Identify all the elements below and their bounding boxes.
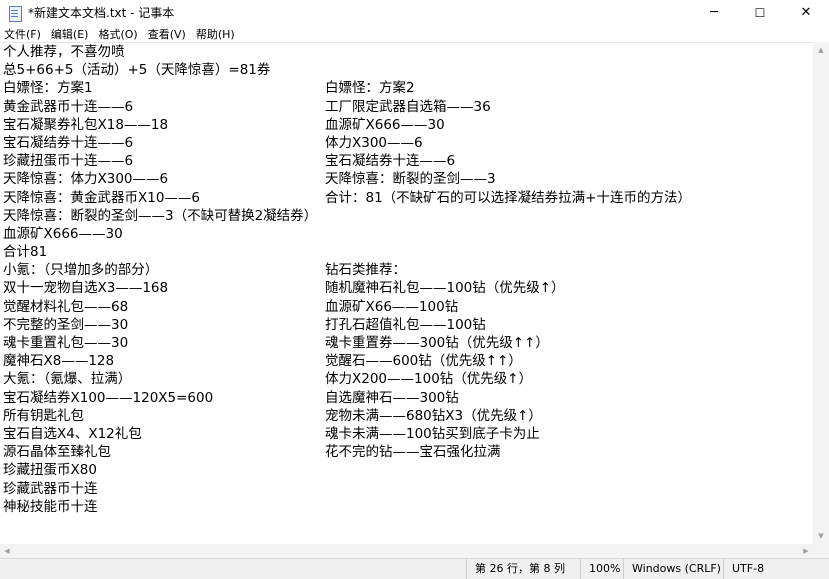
menu-view[interactable]: 查看(V) (143, 26, 191, 42)
text-line: 魂卡未满——100钻买到底子卡为止 (325, 425, 540, 442)
title-bar[interactable]: *新建文本文档.txt - 记事本 ─ ☐ ✕ (0, 0, 829, 25)
text-line: 血源矿X666——30 (3, 225, 123, 242)
status-bar: 第 26 行，第 8 列 100% Windows (CRLF) UTF-8 (0, 558, 829, 579)
notepad-icon (8, 5, 22, 22)
text-line: 黄金武器币十连——6 (3, 98, 134, 115)
text-line: 宝石凝结券十连——6 (3, 134, 134, 151)
text-line: 小氪：（只增加多的部分） (3, 262, 159, 279)
minimize-button[interactable]: ─ (691, 0, 737, 25)
text-line: 宝石凝聚券礼包X18——18 (3, 116, 169, 133)
scroll-up-icon[interactable]: ▲ (813, 42, 829, 58)
maximize-button[interactable]: ☐ (737, 0, 783, 25)
text-column-left: 个人推荐，不喜勿喷 总5+66+5（活动）+5（天降惊喜）=81券 白嫖怪：方案… (3, 43, 317, 516)
text-line: 天降惊喜：体力X300——6 (3, 171, 169, 188)
text-line: 觉醒石——600钻（优先级↑↑） (325, 353, 522, 370)
text-line: 双十一宠物自选X3——168 (3, 280, 169, 297)
text-line: 打孔石超值礼包——100钻 (325, 316, 486, 333)
horizontal-scrollbar[interactable]: ◀ ▶ (0, 544, 813, 558)
text-line: 花不完的钻——宝石强化拉满 (325, 444, 501, 461)
text-line: 宝石自选X4、X12礼包 (3, 425, 142, 442)
text-line (325, 207, 691, 225)
text-line: 神秘技能币十连 (3, 498, 98, 515)
text-line: 天降惊喜：断裂的圣剑——3 (325, 171, 496, 188)
text-line: 个人推荐，不喜勿喷 (3, 44, 125, 60)
encoding: UTF-8 (723, 559, 764, 579)
text-line: 魂卡重置券——300钻（优先级↑↑） (325, 335, 549, 351)
scroll-down-icon[interactable]: ▼ (813, 528, 829, 544)
text-line: 源石晶体至臻礼包 (3, 444, 111, 461)
close-button[interactable]: ✕ (783, 0, 829, 25)
text-line: 大氪：（氪爆、拉满） (3, 371, 132, 388)
text-line: 血源矿X666——30 (325, 116, 445, 133)
text-line: 珍藏扭蛋币十连——6 (3, 153, 134, 170)
text-line: 宝石凝结券X100——120X5=600 (3, 389, 214, 406)
text-line: 总5+66+5（活动）+5（天降惊喜）=81券 (3, 62, 271, 79)
text-line (325, 243, 691, 261)
text-line: 魔神石X8——128 (3, 353, 115, 370)
text-line (325, 61, 691, 79)
text-line: 白嫖怪：方案1 (3, 80, 93, 97)
text-line: 钻石类推荐： (325, 262, 406, 279)
menu-edit[interactable]: 编辑(E) (46, 26, 94, 42)
text-line: 天降惊喜：黄金武器币X10——6 (3, 189, 201, 206)
scroll-left-icon[interactable]: ◀ (0, 544, 14, 558)
text-line: 自选魔神石——300钻 (325, 389, 459, 406)
text-line: 宝石凝结券十连——6 (325, 153, 456, 170)
text-line: 白嫖怪：方案2 (325, 80, 415, 97)
cursor-position: 第 26 行，第 8 列 (466, 559, 565, 579)
text-line: 工厂限定武器自选箱——36 (325, 98, 491, 115)
text-line: 宠物未满——680钻X3（优先级↑） (325, 407, 542, 424)
zoom-level: 100% (580, 559, 620, 579)
text-line (325, 225, 691, 243)
window-title: *新建文本文档.txt - 记事本 (28, 6, 175, 20)
scroll-right-icon[interactable]: ▶ (799, 544, 813, 558)
menu-format[interactable]: 格式(O) (93, 26, 142, 42)
text-editor[interactable]: 个人推荐，不喜勿喷 总5+66+5（活动）+5（天降惊喜）=81券 白嫖怪：方案… (0, 42, 813, 545)
text-line: 随机魔神石礼包——100钻（优先级↑） (325, 280, 565, 297)
menu-bar: 文件(F) 编辑(E) 格式(O) 查看(V) 帮助(H) (0, 25, 829, 42)
text-line: 珍藏武器币十连 (3, 480, 98, 497)
text-line: 所有钥匙礼包 (3, 407, 84, 424)
text-line: 合计81 (3, 244, 48, 261)
line-ending: Windows (CRLF) (623, 559, 721, 579)
text-line: 体力X200——100钻（优先级↑） (325, 371, 533, 388)
text-line: 体力X300——6 (325, 134, 423, 151)
text-line: 魂卡重置礼包——30 (3, 335, 129, 351)
text-line: 血源矿X66——100钻 (325, 298, 459, 315)
text-line: 不完整的圣剑——30 (3, 316, 129, 333)
menu-help[interactable]: 帮助(H) (191, 26, 240, 42)
scrollbar-corner (813, 544, 829, 558)
text-line: 合计：81（不缺矿石的可以选择凝结券拉满+十连币的方法） (325, 189, 691, 206)
text-line (325, 43, 691, 61)
menu-file[interactable]: 文件(F) (0, 26, 46, 42)
vertical-scrollbar[interactable]: ▲ ▼ (813, 42, 829, 544)
text-column-right: 白嫖怪：方案2 工厂限定武器自选箱——36 血源矿X666——30 体力X300… (325, 43, 691, 461)
text-line: 天降惊喜：断裂的圣剑——3（不缺可替换2凝结券） (3, 207, 318, 224)
text-line: 觉醒材料礼包——68 (3, 298, 129, 315)
text-line: 珍藏扭蛋币X80 (3, 462, 97, 479)
